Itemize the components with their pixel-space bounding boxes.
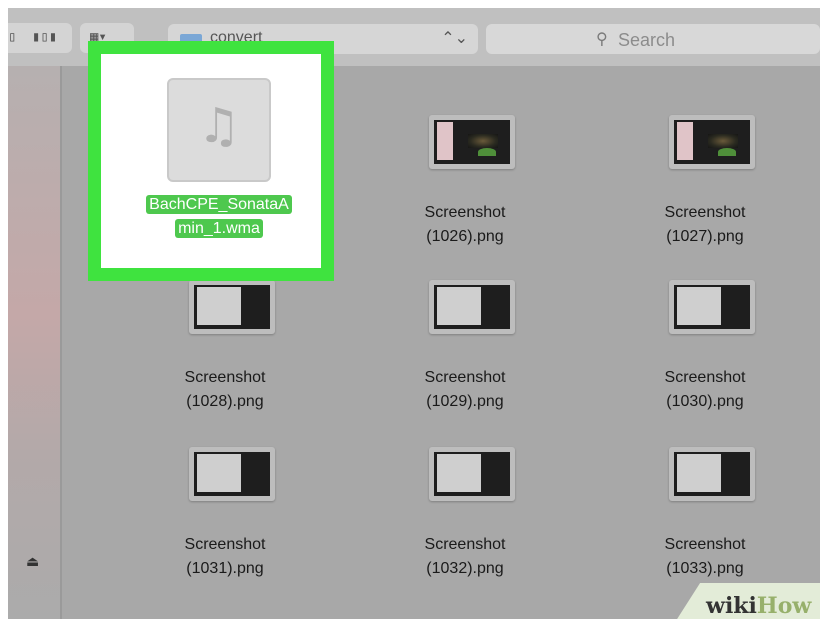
- icon-view-icon[interactable]: ▯: [8, 29, 16, 45]
- watermark-how: How: [756, 593, 812, 619]
- thumbnail: [429, 280, 515, 334]
- file-ext: (1031).png: [186, 560, 264, 577]
- file-ext: (1032).png: [426, 560, 504, 577]
- thumbnail: [669, 447, 755, 501]
- file-ext: (1026).png: [426, 228, 504, 245]
- file-ext: (1028).png: [186, 393, 264, 410]
- selected-file-name-line2: min_1.wma: [175, 219, 263, 238]
- file-name: Screenshot: [664, 536, 746, 553]
- selected-file-name-line1: BachCPE_SonataA: [146, 195, 292, 214]
- file-name: Screenshot: [424, 536, 506, 553]
- file-name: Screenshot: [424, 204, 506, 221]
- thumbnail: [669, 280, 755, 334]
- eject-icon[interactable]: ⏏: [26, 553, 39, 570]
- file-ext: (1027).png: [666, 228, 744, 245]
- thumbnail: [429, 115, 515, 169]
- view-mode-buttons[interactable]: ▯ ▮▯▮: [8, 23, 72, 53]
- selected-file-highlight: ♫ BachCPE_SonataA min_1.wma: [88, 41, 334, 281]
- thumbnail: [189, 280, 275, 334]
- thumbnail: [429, 447, 515, 501]
- sidebar: ⏏: [8, 66, 60, 619]
- file-name: Screenshot: [424, 369, 506, 386]
- search-placeholder: Search: [618, 30, 676, 50]
- search-field[interactable]: ⚲ Search: [486, 24, 820, 54]
- thumbnail: [669, 115, 755, 169]
- file-name: Screenshot: [184, 369, 266, 386]
- file-name: Screenshot: [664, 369, 746, 386]
- cover-flow-icon[interactable]: ▮▯▮: [32, 29, 57, 45]
- music-file-thumbnail: ♫: [167, 78, 271, 182]
- watermark-wiki: wiki: [706, 593, 757, 619]
- thumbnail: [189, 447, 275, 501]
- updown-chevron-icon: ⌃⌄: [441, 30, 468, 47]
- file-ext: (1033).png: [666, 560, 744, 577]
- file-name: Screenshot: [184, 536, 266, 553]
- file-ext: (1030).png: [666, 393, 744, 410]
- file-ext: (1029).png: [426, 393, 504, 410]
- music-note-icon: ♫: [197, 98, 241, 154]
- selected-file-item[interactable]: ♫ BachCPE_SonataA min_1.wma: [101, 54, 321, 268]
- search-icon: ⚲: [596, 31, 608, 48]
- file-name: Screenshot: [664, 204, 746, 221]
